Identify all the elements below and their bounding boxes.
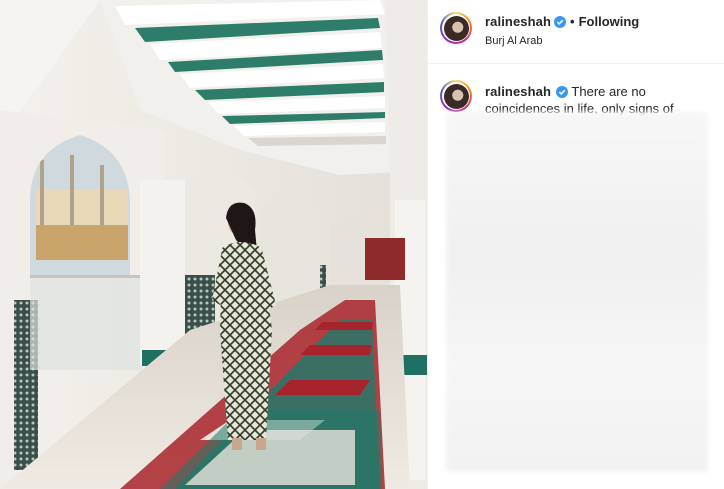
- following-button[interactable]: Following: [579, 14, 640, 29]
- header-username[interactable]: ralineshah: [485, 14, 551, 29]
- caption-author-avatar[interactable]: [440, 80, 472, 112]
- verified-badge-icon: [556, 86, 569, 98]
- caption-username[interactable]: ralineshah: [485, 84, 551, 99]
- verified-badge-icon: [554, 16, 567, 28]
- post-sidebar: ralineshah • Following Burj Al Arab raline…: [427, 0, 724, 489]
- location-link[interactable]: Burj Al Arab: [485, 35, 542, 47]
- photo-corridor-scene: [0, 0, 427, 489]
- instagram-post: ralineshah • Following Burj Al Arab raline…: [0, 0, 724, 489]
- post-header: ralineshah • Following Burj Al Arab: [428, 0, 724, 64]
- separator-dot: •: [570, 14, 575, 29]
- header-line: ralineshah • Following: [485, 14, 639, 29]
- author-avatar[interactable]: [440, 12, 472, 44]
- blurred-comments-area: [446, 112, 708, 472]
- post-photo[interactable]: [0, 0, 427, 489]
